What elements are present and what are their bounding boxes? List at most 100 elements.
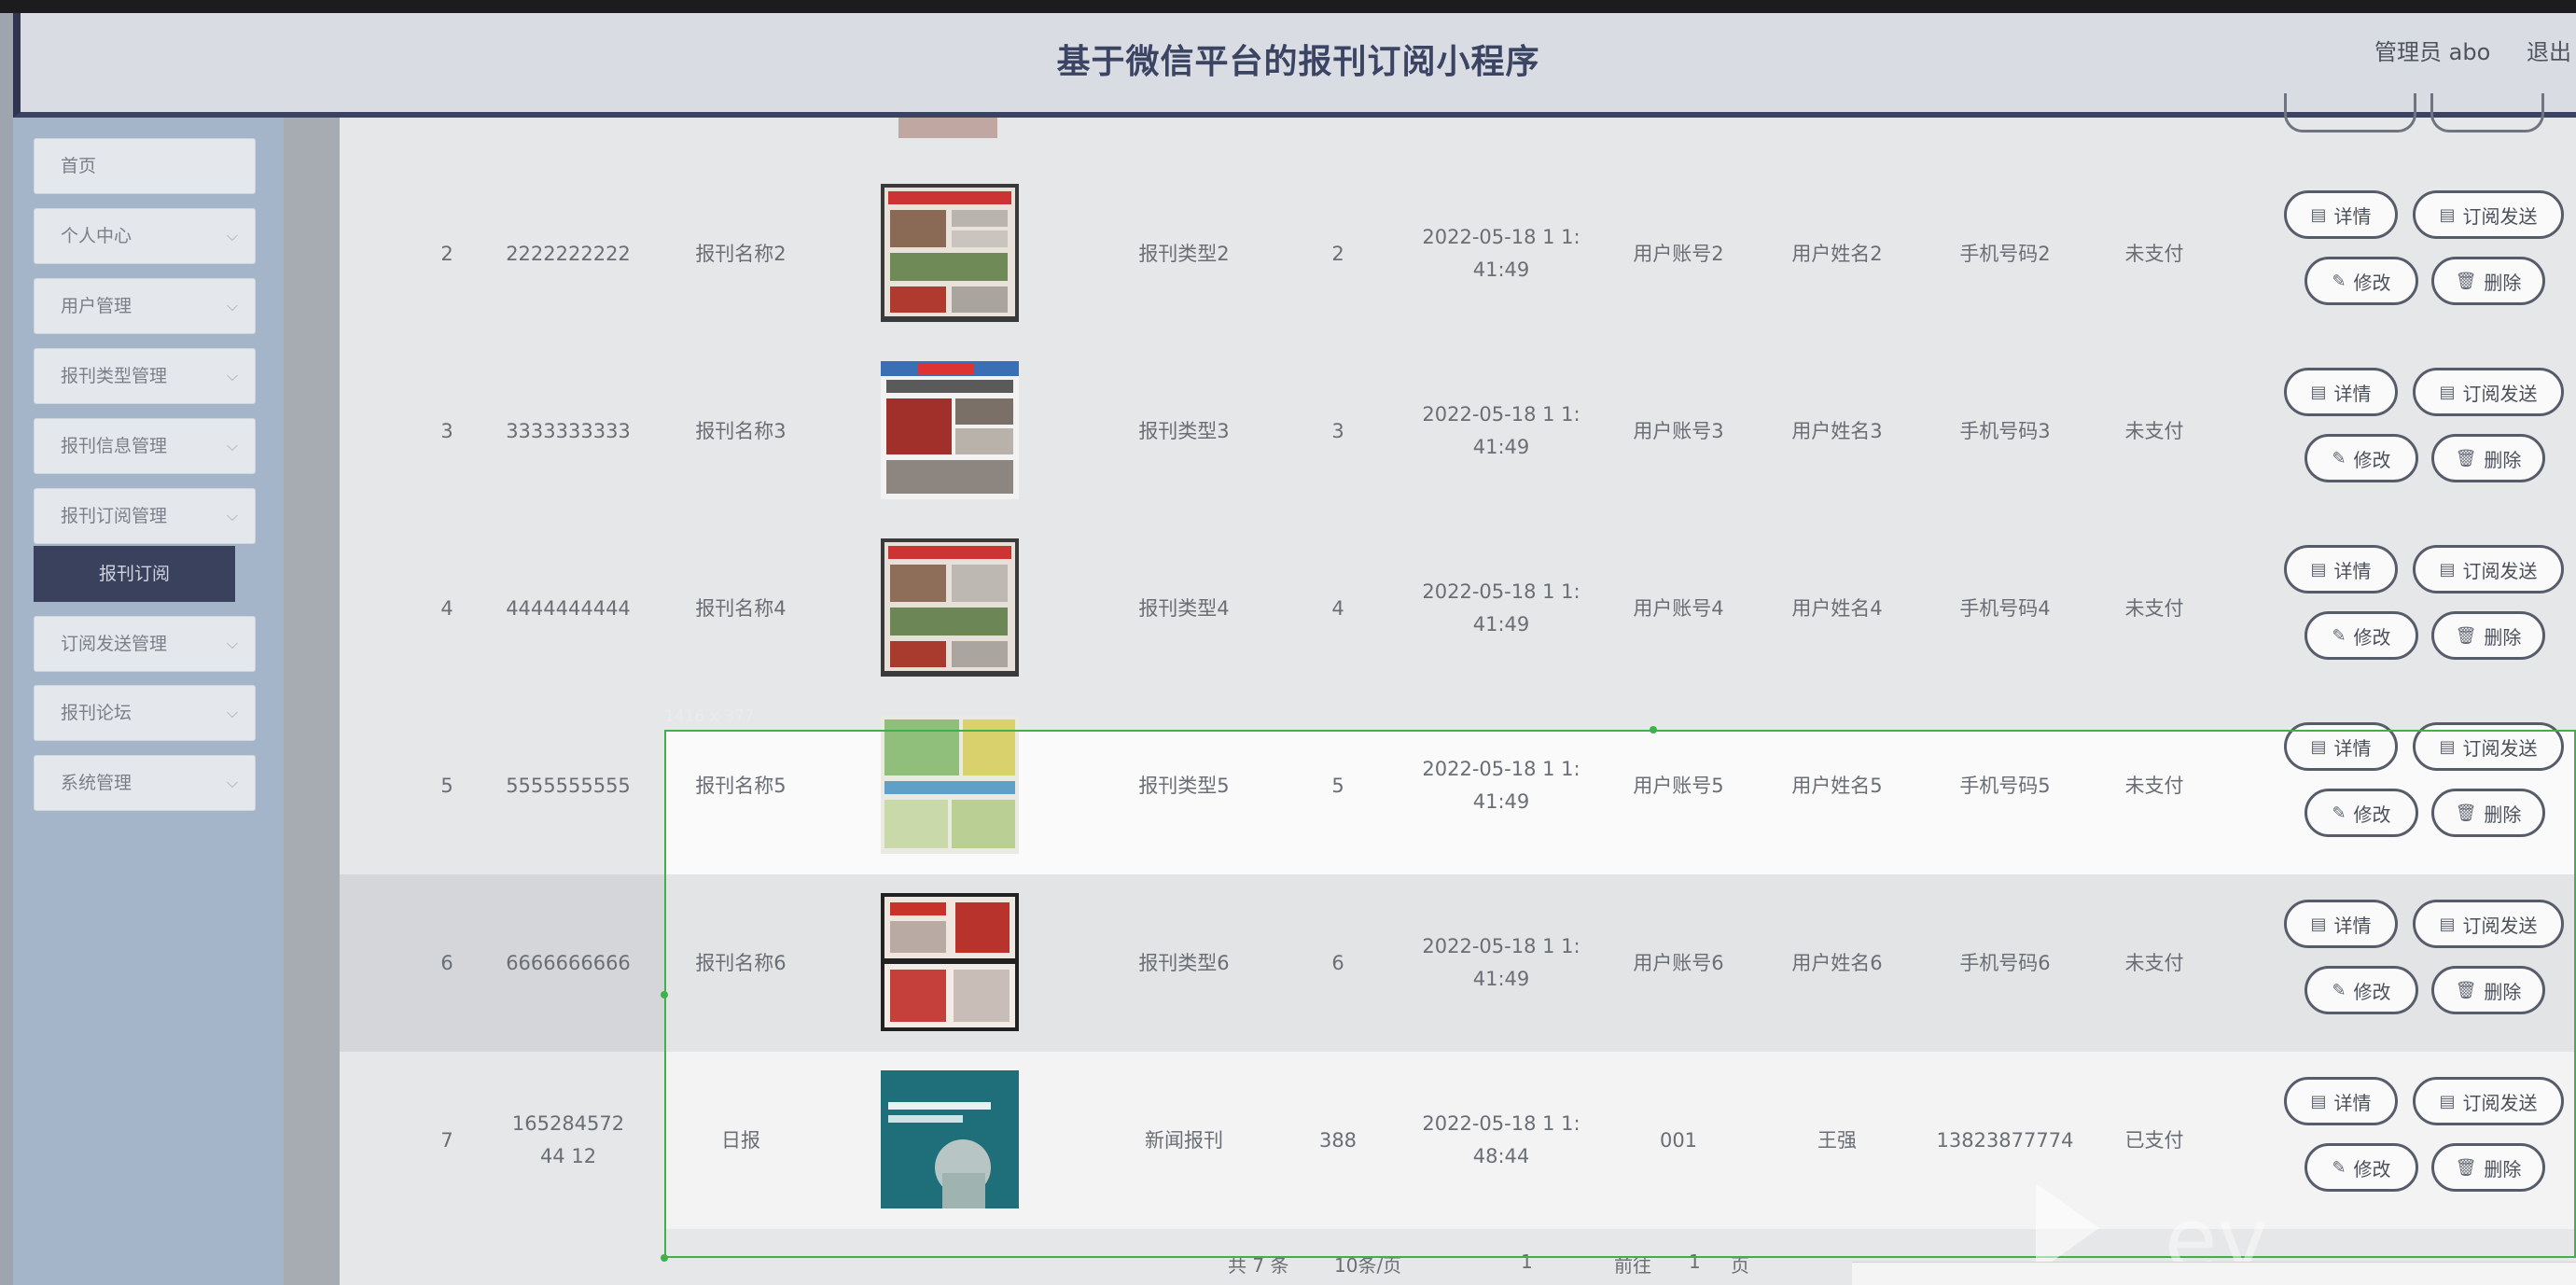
button-label: 修改 <box>2353 625 2391 649</box>
sidebar-item-user-management[interactable]: 用户管理 ⌵ <box>34 278 256 334</box>
sidebar-item-label: 报刊信息管理 <box>61 436 168 456</box>
send-button[interactable]: ▤ 订阅发送 <box>2413 545 2564 594</box>
edit-button[interactable]: ✎ 修改 <box>2304 611 2418 660</box>
send-button[interactable]: ▤ 订阅发送 <box>2413 722 2564 771</box>
sidebar-item-send-management[interactable]: 订阅发送管理 ⌵ <box>34 616 256 672</box>
sidebar-item-type-management[interactable]: 报刊类型管理 ⌵ <box>34 348 256 404</box>
edit-button[interactable]: ✎ 修改 <box>2304 434 2418 482</box>
quantity: 5 <box>1331 774 1344 797</box>
quantity: 4 <box>1331 596 1344 620</box>
phone: 手机号码5 <box>1959 774 2051 797</box>
order-number: 2222222222 <box>506 242 631 265</box>
sidebar-item-label: 个人中心 <box>61 226 132 246</box>
button-label: 修改 <box>2353 271 2391 294</box>
user-account: 001 <box>1659 1128 1698 1152</box>
trash-icon: 🗑 <box>2455 803 2477 823</box>
partial-button[interactable] <box>2284 93 2416 133</box>
paper-type: 报刊类型6 <box>1138 951 1230 974</box>
send-button[interactable]: ▤ 订阅发送 <box>2413 368 2564 416</box>
logout-link[interactable]: 退出 <box>2527 34 2571 66</box>
delete-button[interactable]: 🗑 删除 <box>2431 611 2545 660</box>
sidebar: 首页 个人中心 ⌵ 用户管理 ⌵ 报刊类型管理 ⌵ 报刊信息管理 ⌵ 报刊订阅管理 ⌵ 报… <box>13 118 284 1285</box>
pencil-icon: ✎ <box>2332 448 2346 468</box>
button-label: 修改 <box>2353 980 2391 1003</box>
paper-type: 新闻报刊 <box>1145 1128 1223 1152</box>
user-name: 王强 <box>1817 1128 1857 1152</box>
edit-button[interactable]: ✎ 修改 <box>2304 966 2418 1014</box>
paper-type: 报刊类型3 <box>1138 419 1230 442</box>
button-label: 详情 <box>2333 559 2372 582</box>
user-name: 用户姓名4 <box>1791 596 1883 620</box>
send-button[interactable]: ▤ 订阅发送 <box>2413 190 2564 239</box>
document-icon: ▤ <box>2310 914 2327 934</box>
sidebar-item-home[interactable]: 首页 <box>34 138 256 194</box>
table-row: 3 3333333333 报刊名称3 报刊类型3 3 2022-05-18 1 … <box>340 342 2576 520</box>
button-label: 详情 <box>2333 736 2372 760</box>
sidebar-item-label: 首页 <box>61 156 97 176</box>
phone: 手机号码2 <box>1959 242 2051 265</box>
selection-handle[interactable] <box>1650 726 1657 733</box>
detail-button[interactable]: ▤ 详情 <box>2284 722 2398 771</box>
sidebar-item-forum[interactable]: 报刊论坛 ⌵ <box>34 685 256 741</box>
document-icon: ▤ <box>2310 736 2327 757</box>
phone: 手机号码6 <box>1959 951 2051 974</box>
detail-button[interactable]: ▤ 详情 <box>2284 1077 2398 1125</box>
sidebar-item-system-management[interactable]: 系统管理 ⌵ <box>34 755 256 811</box>
sidebar-item-personal-center[interactable]: 个人中心 ⌵ <box>34 208 256 264</box>
selection-handle[interactable] <box>661 1254 668 1262</box>
pay-status: 未支付 <box>2124 774 2184 797</box>
document-icon: ▤ <box>2439 914 2456 934</box>
selection-handle[interactable] <box>661 991 668 999</box>
order-time: 2022-05-18 1 1:48:44 <box>1422 1112 1580 1167</box>
document-icon: ▤ <box>2439 382 2456 402</box>
sidebar-item-label: 报刊类型管理 <box>61 366 168 386</box>
send-button[interactable]: ▤ 订阅发送 <box>2413 900 2564 948</box>
sidebar-item-subscription-management[interactable]: 报刊订阅管理 ⌵ <box>34 488 256 544</box>
button-label: 详情 <box>2333 1091 2372 1114</box>
sidebar-item-label: 报刊论坛 <box>61 703 132 723</box>
chevron-down-icon: ⌵ <box>226 227 238 244</box>
pencil-icon: ✎ <box>2332 980 2346 1000</box>
delete-button[interactable]: 🗑 删除 <box>2431 966 2545 1014</box>
phone: 手机号码3 <box>1959 419 2051 442</box>
delete-button[interactable]: 🗑 删除 <box>2431 789 2545 837</box>
sidebar-subitem-subscription[interactable]: 报刊订阅 <box>34 546 235 602</box>
detail-button[interactable]: ▤ 详情 <box>2284 545 2398 594</box>
delete-button[interactable]: 🗑 删除 <box>2431 434 2545 482</box>
total-count: 共 7 条 <box>1228 1254 1289 1277</box>
document-icon: ▤ <box>2310 559 2327 580</box>
order-number: 16528457244 12 <box>511 1112 625 1167</box>
button-label: 订阅发送 <box>2462 914 2538 937</box>
detail-button[interactable]: ▤ 详情 <box>2284 190 2398 239</box>
paper-type: 报刊类型2 <box>1138 242 1230 265</box>
partial-button[interactable] <box>2430 93 2544 133</box>
pencil-icon: ✎ <box>2332 271 2346 291</box>
button-label: 删除 <box>2484 271 2522 294</box>
button-label: 订阅发送 <box>2462 382 2538 405</box>
capture-toolbar[interactable] <box>1852 1262 2576 1285</box>
chevron-down-icon: ⌵ <box>226 704 238 721</box>
detail-button[interactable]: ▤ 详情 <box>2284 368 2398 416</box>
user-name: 用户姓名3 <box>1791 419 1883 442</box>
button-label: 删除 <box>2484 803 2522 826</box>
button-label: 订阅发送 <box>2462 204 2538 228</box>
window-top-strip <box>0 0 2576 13</box>
edit-button[interactable]: ✎ 修改 <box>2304 789 2418 837</box>
goto-page-input[interactable]: 1 <box>1689 1250 1701 1273</box>
current-page[interactable]: 1 <box>1521 1250 1533 1273</box>
paper-thumbnail <box>881 1070 1019 1208</box>
quantity: 388 <box>1318 1128 1358 1152</box>
delete-button[interactable]: 🗑 删除 <box>2431 257 2545 305</box>
chevron-down-icon: ⌵ <box>226 635 238 652</box>
paper-thumbnail <box>881 538 1019 677</box>
button-label: 订阅发送 <box>2462 1091 2538 1114</box>
paper-type: 报刊类型5 <box>1138 774 1230 797</box>
detail-button[interactable]: ▤ 详情 <box>2284 900 2398 948</box>
sidebar-item-info-management[interactable]: 报刊信息管理 ⌵ <box>34 418 256 474</box>
trash-icon: 🗑 <box>2455 980 2477 1000</box>
send-button[interactable]: ▤ 订阅发送 <box>2413 1077 2564 1125</box>
table-row: 6 6666666666 报刊名称6 报刊类型6 6 2022-05-18 1 … <box>340 874 2576 1052</box>
page-size-select[interactable]: 10条/页 <box>1334 1250 1401 1278</box>
edit-button[interactable]: ✎ 修改 <box>2304 257 2418 305</box>
document-icon: ▤ <box>2439 559 2456 580</box>
